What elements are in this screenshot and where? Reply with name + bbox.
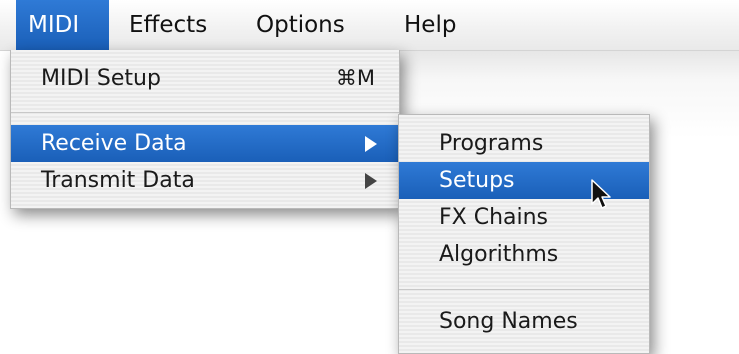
menu-item-song-names[interactable]: Song Names: [399, 303, 649, 340]
menu-item-label: FX Chains: [439, 205, 549, 230]
receive-data-submenu: Programs Setups FX Chains Algorithms Son…: [398, 114, 650, 354]
submenu-arrow-icon: [365, 136, 377, 152]
menu-item-label: Setups: [439, 168, 515, 193]
menu-item-midi-setup[interactable]: MIDI Setup ⌘M: [11, 60, 399, 97]
menu-item-label: Receive Data: [41, 131, 187, 156]
menu-separator: [399, 289, 649, 290]
shortcut-label: ⌘M: [335, 66, 375, 90]
menu-help[interactable]: Help: [392, 0, 468, 50]
menu-separator: [11, 112, 399, 113]
submenu-arrow-icon: [365, 173, 377, 189]
menu-item-label: Transmit Data: [41, 168, 195, 193]
menu-item-label: MIDI Setup: [41, 66, 161, 91]
menu-item-programs[interactable]: Programs: [399, 125, 649, 162]
midi-menu: MIDI Setup ⌘M Receive Data Transmit Data: [10, 50, 400, 209]
arrow-pointer-icon: [591, 179, 611, 209]
menu-bar: MIDI Effects Options Help: [0, 0, 739, 51]
menu-item-label: Algorithms: [439, 242, 559, 267]
menu-item-receive-data[interactable]: Receive Data: [11, 125, 399, 162]
menu-item-transmit-data[interactable]: Transmit Data: [11, 162, 399, 199]
menu-item-label: Programs: [439, 131, 544, 156]
menu-effects[interactable]: Effects: [117, 0, 219, 50]
menu-midi[interactable]: MIDI: [16, 0, 109, 50]
menu-item-label: Song Names: [439, 309, 578, 334]
menu-item-algorithms[interactable]: Algorithms: [399, 236, 649, 273]
menu-options[interactable]: Options: [244, 0, 357, 50]
